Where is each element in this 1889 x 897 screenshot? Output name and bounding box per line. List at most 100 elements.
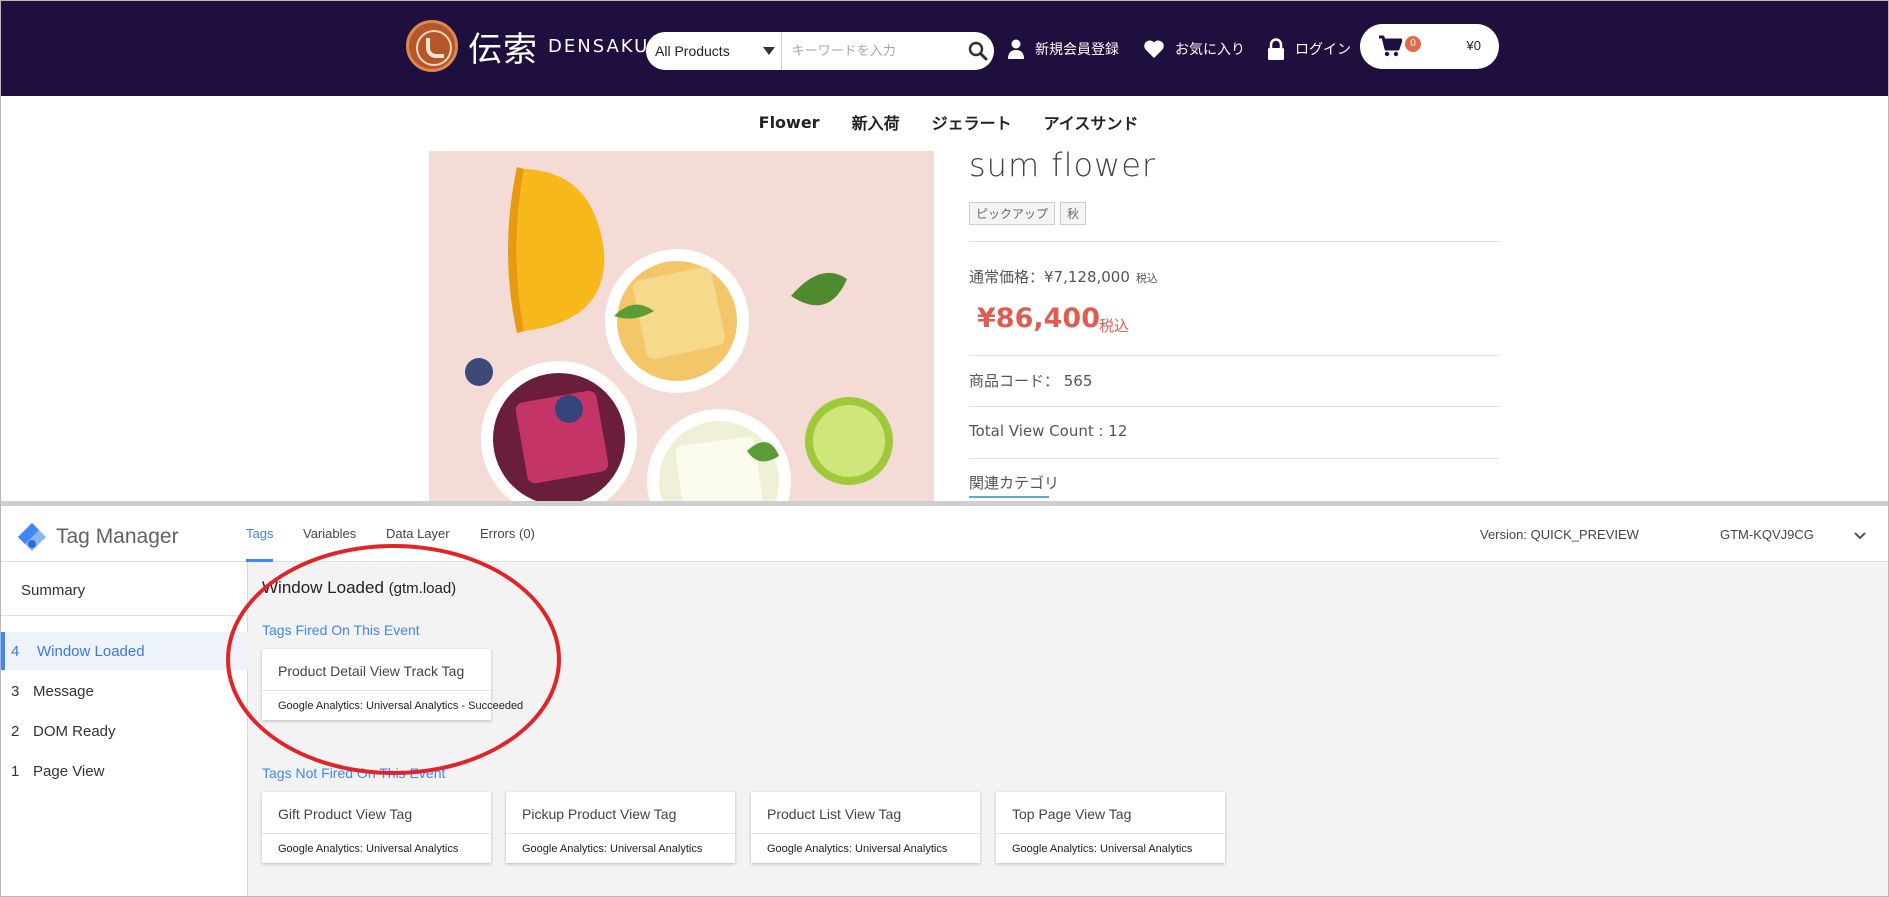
not-fired-tag-card[interactable]: Gift Product View Tag Google Analytics: … xyxy=(262,792,491,863)
lock-icon xyxy=(1268,38,1284,60)
search-button[interactable] xyxy=(962,32,994,70)
favorites-link[interactable]: お気に入り xyxy=(1143,35,1245,63)
sale-price-tax: 税込 xyxy=(1099,317,1130,335)
tab-data-layer[interactable]: Data Layer xyxy=(386,526,450,562)
gtm-sidebar: Summary 4 Window Loaded 3 Message 2 DOM … xyxy=(1,562,248,896)
product-image[interactable] xyxy=(429,151,934,501)
logo-roman-text: DENSAKU xyxy=(548,35,650,57)
nav-item-gelato[interactable]: ジェラート xyxy=(932,110,1012,134)
search-icon xyxy=(968,41,988,61)
cart-count-badge: 0 xyxy=(1405,36,1421,52)
divider xyxy=(996,833,1225,834)
store-header: 伝索 DENSAKU All Products 新規会員登録 xyxy=(1,1,1888,96)
gtm-logo: Tag Manager xyxy=(17,522,179,552)
tag-manager-icon xyxy=(18,523,46,551)
divider xyxy=(969,406,1499,407)
cart-button[interactable]: 0 ¥0 xyxy=(1360,24,1499,69)
register-link[interactable]: 新規会員登録 xyxy=(1007,35,1119,63)
tag-detail: Google Analytics: Universal Analytics xyxy=(522,843,703,855)
not-fired-tag-card[interactable]: Product List View Tag Google Analytics: … xyxy=(751,792,980,863)
sidebar-item-page-view[interactable]: 1 Page View xyxy=(1,752,248,790)
category-nav: Flower 新入荷 ジェラート アイスサンド xyxy=(1,96,1888,148)
sidebar-item-summary[interactable]: Summary xyxy=(21,582,85,599)
tag-detail: Google Analytics: Universal Analytics xyxy=(1012,843,1193,855)
regular-price-tax: 税込 xyxy=(1135,272,1158,285)
register-label: 新規会員登録 xyxy=(1035,42,1119,58)
favorites-label: お気に入り xyxy=(1175,42,1245,58)
not-fired-tags-heading: Tags Not Fired On This Event xyxy=(262,765,446,781)
not-fired-tag-card[interactable]: Pickup Product View Tag Google Analytics… xyxy=(506,792,735,863)
tag-detail: Google Analytics: Universal Analytics xyxy=(767,843,948,855)
product-tag: 秋 xyxy=(1060,202,1087,225)
fired-tags-heading: Tags Fired On This Event xyxy=(262,622,420,638)
tag-name: Top Page View Tag xyxy=(1012,806,1132,822)
user-icon xyxy=(1008,39,1024,59)
event-label: Page View xyxy=(33,762,105,780)
tag-name: Product List View Tag xyxy=(767,806,902,822)
divider xyxy=(751,833,980,834)
divider xyxy=(262,833,491,834)
product-name: sum flower xyxy=(969,146,1157,184)
event-label: Window Loaded xyxy=(37,642,145,660)
event-number: 1 xyxy=(11,762,20,780)
divider xyxy=(969,458,1499,459)
sidebar-item-message[interactable]: 3 Message xyxy=(1,672,248,710)
login-label: ログイン xyxy=(1295,42,1351,58)
search-bar: All Products xyxy=(646,32,994,70)
browser-viewport: 伝索 DENSAKU All Products 新規会員登録 xyxy=(0,0,1889,897)
gtm-preview-pane: Tag Manager Tags Variables Data Layer Er… xyxy=(1,501,1888,896)
sale-price: ¥86,400 xyxy=(977,303,1100,334)
event-title-name: Window Loaded xyxy=(262,578,384,597)
tag-name: Pickup Product View Tag xyxy=(522,806,677,822)
search-input[interactable] xyxy=(781,32,962,70)
store-logo[interactable]: 伝索 DENSAKU xyxy=(406,19,649,73)
product-tags: ピックアップ 秋 xyxy=(969,202,1087,225)
event-number: 2 xyxy=(11,722,20,740)
sidebar-item-dom-ready[interactable]: 2 DOM Ready xyxy=(1,712,248,750)
event-title: Window Loaded (gtm.load) xyxy=(262,578,456,598)
tab-variables[interactable]: Variables xyxy=(303,526,356,562)
not-fired-tag-card[interactable]: Top Page View Tag Google Analytics: Univ… xyxy=(996,792,1225,863)
gtm-title: Tag Manager xyxy=(56,525,179,548)
tab-tags[interactable]: Tags xyxy=(246,526,274,562)
view-count: Total View Count : 12 xyxy=(969,422,1128,440)
event-title-key: (gtm.load) xyxy=(388,580,457,597)
event-number: 3 xyxy=(11,682,20,700)
nav-item-new-arrivals[interactable]: 新入荷 xyxy=(852,110,900,134)
product-tag: ピックアップ xyxy=(969,202,1056,225)
category-select[interactable]: All Products xyxy=(646,32,782,70)
regular-price: 通常価格：¥7,128,000 税込 xyxy=(969,266,1158,287)
divider xyxy=(262,690,491,691)
event-label: DOM Ready xyxy=(33,722,116,740)
caret-down-icon xyxy=(762,47,775,55)
heart-icon xyxy=(1144,40,1164,58)
divider xyxy=(969,241,1499,242)
category-select-value: All Products xyxy=(655,43,730,59)
logo-seal-icon xyxy=(406,20,458,72)
product-code: 商品コード： 565 xyxy=(969,372,1093,390)
event-label: Message xyxy=(33,682,94,700)
cart-total: ¥0 xyxy=(1466,38,1481,53)
divider xyxy=(1,615,248,616)
cart-icon xyxy=(1379,35,1402,57)
nav-item-flower[interactable]: Flower xyxy=(759,113,820,132)
regular-price-value: 通常価格：¥7,128,000 xyxy=(969,268,1130,286)
fired-tag-card[interactable]: Product Detail View Track Tag Google Ana… xyxy=(262,649,523,720)
gtm-container-id: GTM-KQVJ9CG xyxy=(1720,527,1814,542)
tag-detail: Google Analytics: Universal Analytics - … xyxy=(278,700,524,712)
tag-name: Gift Product View Tag xyxy=(278,806,413,822)
divider xyxy=(969,355,1499,356)
sidebar-item-window-loaded[interactable]: 4 Window Loaded xyxy=(1,632,248,670)
event-number: 4 xyxy=(11,642,20,660)
gtm-toolbar: Tag Manager Tags Variables Data Layer Er… xyxy=(1,506,1888,562)
nav-item-ice-sandwich[interactable]: アイスサンド xyxy=(1044,110,1139,134)
login-link[interactable]: ログイン xyxy=(1267,35,1351,63)
product-photo xyxy=(429,151,934,501)
tag-name: Product Detail View Track Tag xyxy=(278,663,465,679)
divider xyxy=(506,833,735,834)
tab-errors[interactable]: Errors (0) xyxy=(480,526,535,562)
chevron-down-icon[interactable] xyxy=(1851,526,1869,544)
related-category-link[interactable] xyxy=(969,493,1089,499)
related-categories-label: 関連カテゴリ xyxy=(969,474,1060,492)
tag-detail: Google Analytics: Universal Analytics xyxy=(278,843,459,855)
